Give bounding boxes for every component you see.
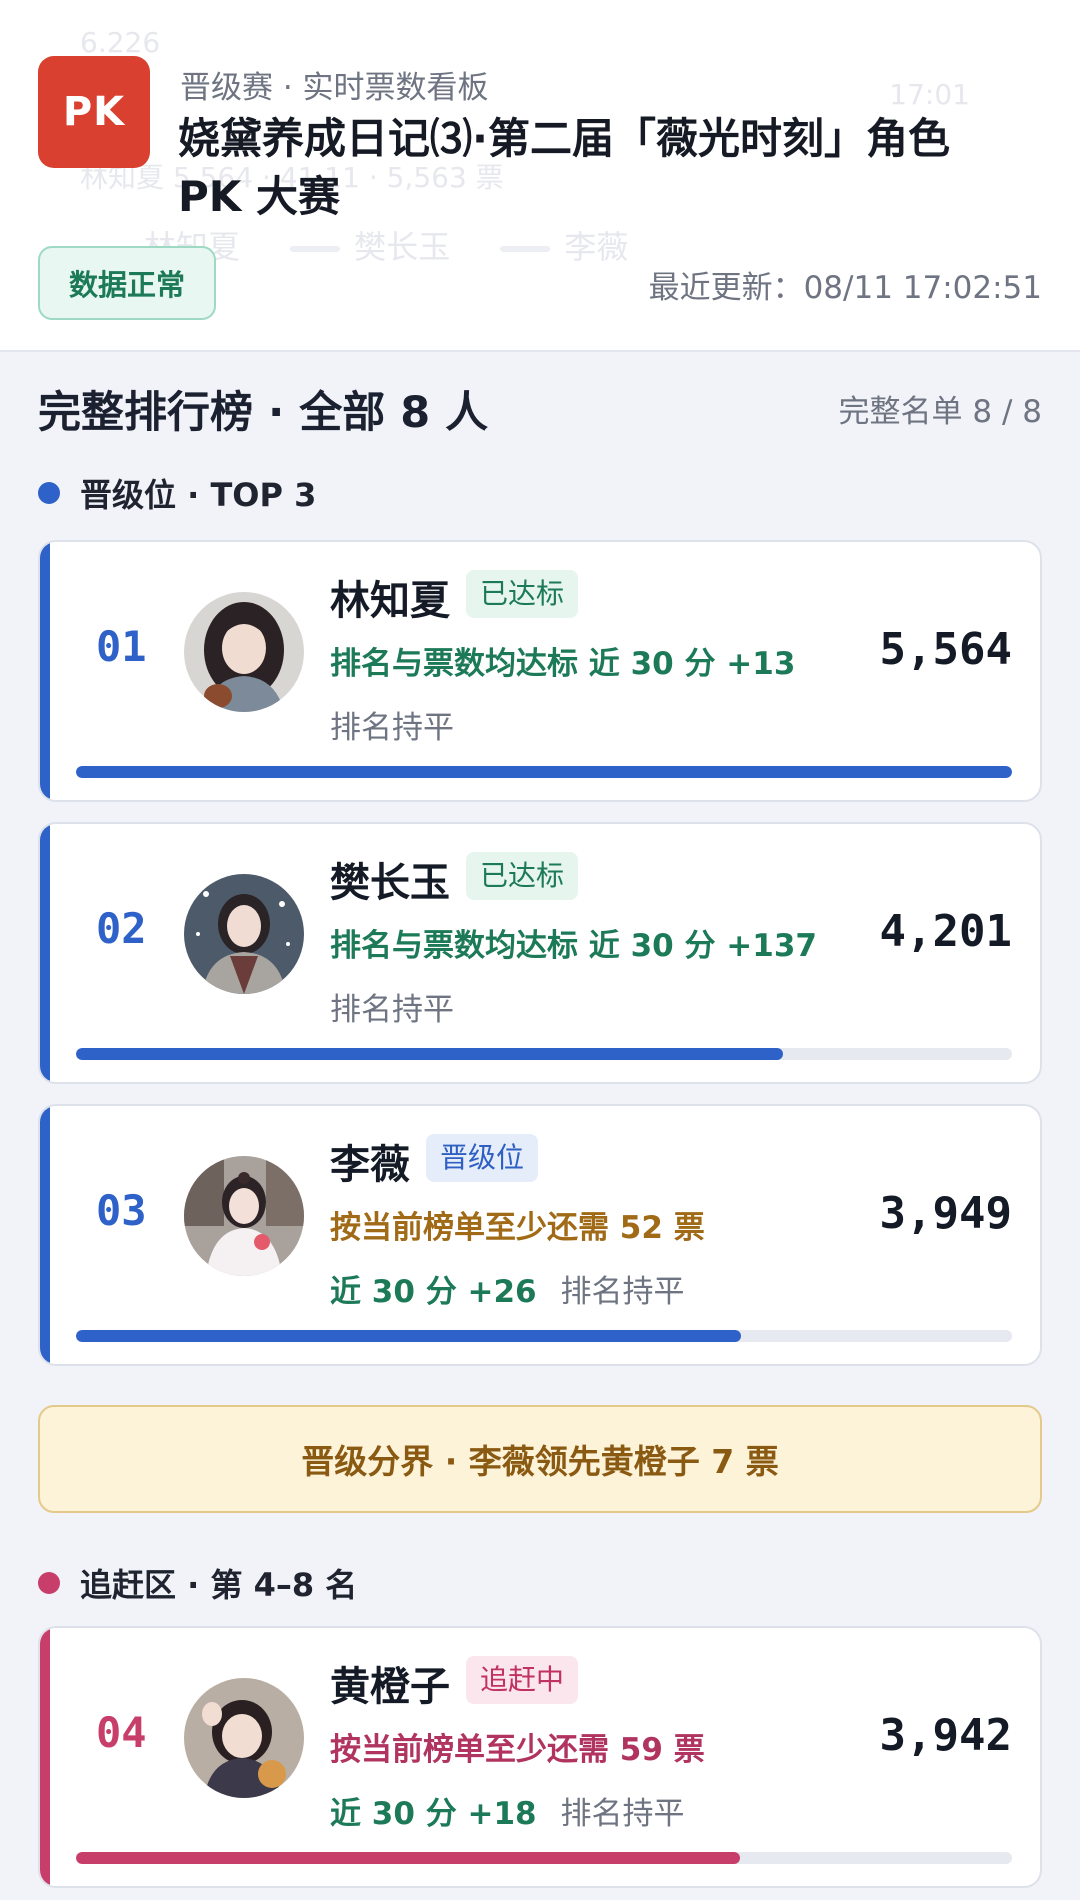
group-label-text: 追赶区 · 第 4–8 名 bbox=[80, 1566, 358, 1604]
group-dot-icon bbox=[38, 482, 60, 504]
progress-fill bbox=[76, 1852, 740, 1864]
rank-trend: 排名持平 bbox=[330, 992, 454, 1028]
rank-trend: 排名持平 bbox=[560, 1796, 685, 1832]
progress-track bbox=[76, 1330, 1012, 1342]
vote-count: 5,564 bbox=[879, 624, 1012, 675]
status-badge: 已达标 bbox=[466, 852, 579, 900]
ghost-legend-item: 樊长玉 bbox=[354, 228, 451, 266]
page-title: 娆黛养成日记⑶·第二届「薇光时刻」角色 PK 大赛 bbox=[178, 114, 950, 221]
progress-track bbox=[76, 1048, 1012, 1060]
group-label-chase: 追赶区 · 第 4–8 名 bbox=[38, 1560, 357, 1606]
status-badge: 追赶中 bbox=[466, 1656, 579, 1704]
candidate-card-4[interactable]: 04 黄橙子 追赶中 按当前榜单至少还需 59 票 近 30 分 +18 排名持… bbox=[38, 1626, 1042, 1888]
last-updated: 最近更新：08/11 17:02:51 bbox=[648, 270, 1042, 306]
card-accent bbox=[40, 1628, 50, 1886]
vote-count: 4,201 bbox=[879, 906, 1012, 957]
vote-count: 3,942 bbox=[879, 1710, 1012, 1761]
rank-trend: 排名持平 bbox=[560, 1274, 685, 1310]
card-accent bbox=[40, 1106, 50, 1364]
status-badge: 数据正常 bbox=[38, 246, 216, 320]
rank-number: 01 bbox=[96, 622, 147, 671]
votes-needed: 按当前榜单至少还需 52 票 bbox=[330, 1210, 705, 1246]
card-accent bbox=[40, 824, 50, 1082]
avatar bbox=[184, 592, 304, 712]
rank-number: 03 bbox=[96, 1186, 147, 1235]
candidate-name: 林知夏 bbox=[330, 578, 450, 624]
rank-number: 04 bbox=[96, 1708, 147, 1757]
avatar bbox=[184, 1156, 304, 1276]
ranking-title: 完整排行榜 · 全部 8 人 bbox=[38, 388, 489, 438]
recent-change-row: 近 30 分 +26 排名持平 bbox=[330, 1266, 685, 1311]
card-accent bbox=[40, 542, 50, 800]
progress-track bbox=[76, 766, 1012, 778]
candidate-name: 樊长玉 bbox=[330, 860, 450, 906]
progress-fill bbox=[76, 766, 1012, 778]
promotion-divider: 晋级分界 · 李薇领先黄橙子 7 票 bbox=[38, 1405, 1042, 1513]
progress-track bbox=[76, 1852, 1012, 1864]
candidate-card-3[interactable]: 03 李薇 晋级位 按当前榜单至少还需 52 票 近 30 分 +26 排名持平… bbox=[38, 1104, 1042, 1366]
ranking-count: 完整名单 8 / 8 bbox=[838, 394, 1042, 430]
votes-needed: 按当前榜单至少还需 59 票 bbox=[330, 1732, 705, 1768]
status-badge: 晋级位 bbox=[426, 1134, 539, 1182]
ghost-legend-item: 李薇 bbox=[564, 228, 629, 266]
avatar bbox=[184, 1678, 304, 1798]
candidate-name: 李薇 bbox=[330, 1142, 410, 1188]
pk-logo: PK bbox=[38, 56, 150, 168]
recent-change: 近 30 分 +26 bbox=[330, 1274, 537, 1310]
ghost-text-top-left: 6.226 bbox=[80, 26, 161, 59]
candidate-status-line: 排名与票数均达标 近 30 分 +137 bbox=[330, 928, 817, 964]
candidate-card-1[interactable]: 01 林知夏 已达标 排名与票数均达标 近 30 分 +13 排名持平 5,56… bbox=[38, 540, 1042, 802]
group-label-text: 晋级位 · TOP 3 bbox=[80, 476, 317, 514]
group-label-top: 晋级位 · TOP 3 bbox=[38, 470, 316, 516]
avatar bbox=[184, 874, 304, 994]
ghost-text-top-right: 17:01 bbox=[889, 78, 970, 111]
header-subtitle: 晋级赛 · 实时票数看板 bbox=[180, 70, 489, 106]
candidate-status-line: 排名与票数均达标 近 30 分 +13 bbox=[330, 646, 796, 682]
candidate-card-2[interactable]: 02 樊长玉 已达标 排名与票数均达标 近 30 分 +137 排名持平 4,2… bbox=[38, 822, 1042, 1084]
rank-trend: 排名持平 bbox=[330, 710, 454, 746]
group-dot-icon bbox=[38, 1572, 60, 1594]
status-badge: 已达标 bbox=[466, 570, 579, 618]
progress-fill bbox=[76, 1330, 741, 1342]
recent-change-row: 近 30 分 +18 排名持平 bbox=[330, 1788, 685, 1833]
recent-change: 近 30 分 +18 bbox=[330, 1796, 537, 1832]
vote-count: 3,949 bbox=[879, 1188, 1012, 1239]
header: 6.226 17:01 林知夏 5,564 · 41.11 · 5,563 票 … bbox=[0, 0, 1080, 352]
progress-fill bbox=[76, 1048, 783, 1060]
rank-number: 02 bbox=[96, 904, 147, 953]
candidate-name: 黄橙子 bbox=[330, 1664, 450, 1710]
